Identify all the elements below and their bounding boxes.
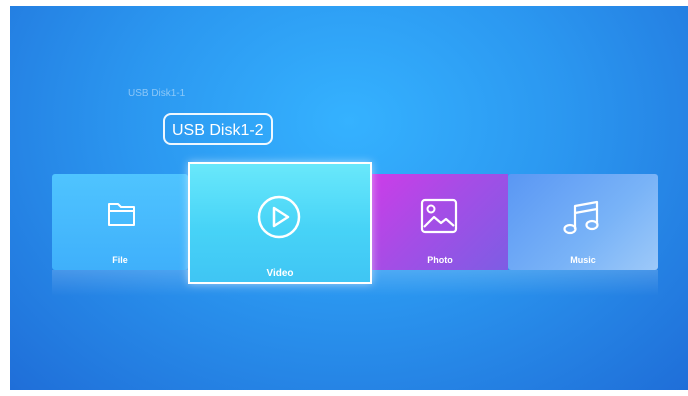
folder-icon xyxy=(108,203,135,226)
file-tile-label: File xyxy=(112,255,128,265)
media-center-screen: USB Disk1-1 USB Disk1-2 File Video Photo xyxy=(10,6,688,390)
image-icon xyxy=(420,198,458,234)
video-tile-label: Video xyxy=(266,268,294,279)
media-category-tiles: File Video Photo Music xyxy=(10,6,688,390)
video-tile[interactable]: Video xyxy=(188,162,372,284)
photo-tile[interactable]: Photo xyxy=(372,174,508,270)
play-circle-icon xyxy=(257,195,301,239)
photo-tile-label: Photo xyxy=(427,255,453,265)
music-tile-label: Music xyxy=(570,255,596,265)
file-tile[interactable]: File xyxy=(52,174,188,270)
music-tile[interactable]: Music xyxy=(508,174,658,270)
music-note-icon xyxy=(563,200,599,235)
